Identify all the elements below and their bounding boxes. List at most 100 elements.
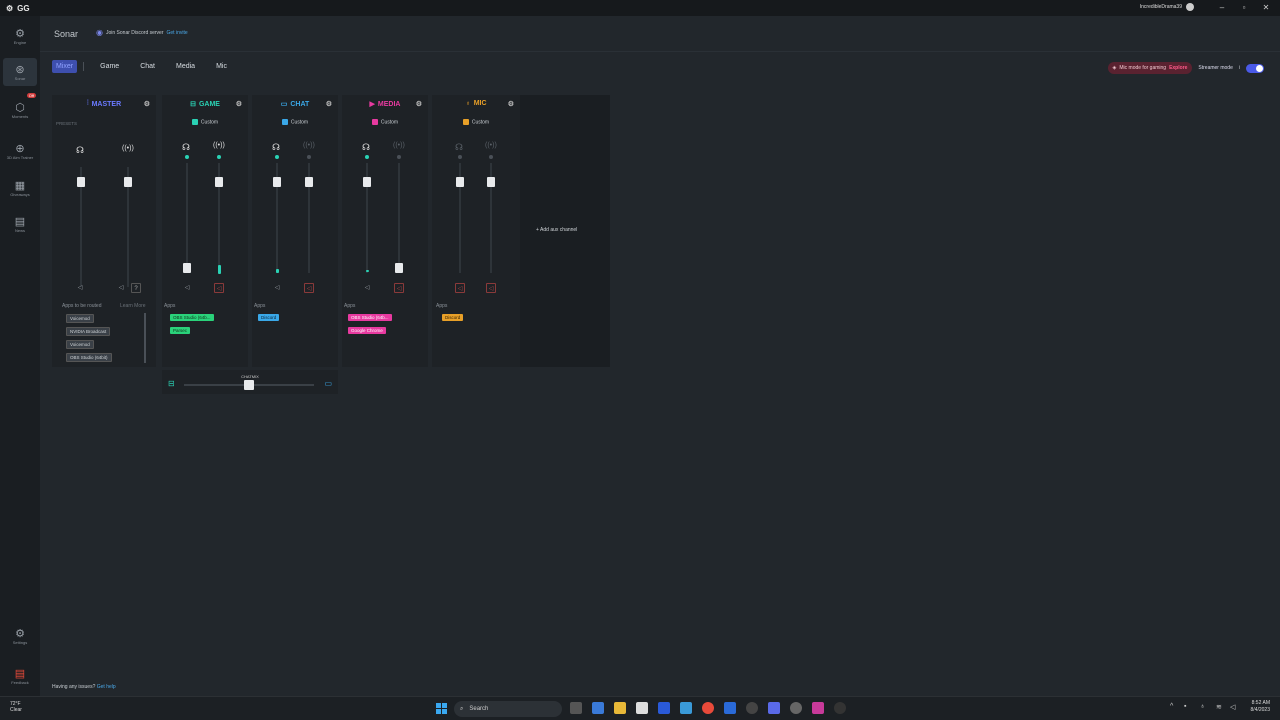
app-icon[interactable] — [812, 702, 824, 714]
app-chip[interactable]: OBS Studio (64bit) — [66, 353, 112, 362]
edge-icon[interactable] — [592, 702, 604, 714]
discord-icon: ◉ — [96, 28, 103, 37]
microphone-icon[interactable]: ♁ — [1200, 703, 1205, 710]
mute-button[interactable]: ◁ — [214, 283, 224, 293]
headphone-icon: ☊ — [76, 145, 84, 155]
media-headphone-fader[interactable] — [363, 176, 371, 187]
mute-button[interactable]: ◁ — [304, 283, 314, 293]
volume-icon[interactable]: ◁ — [1230, 703, 1235, 711]
gear-icon[interactable]: ⚙ — [508, 100, 514, 108]
master-stream-fader[interactable] — [124, 176, 132, 187]
store-icon[interactable] — [636, 702, 648, 714]
game-stream-fader[interactable] — [215, 176, 223, 187]
speaker-icon[interactable]: ◁ — [116, 283, 126, 293]
weather-widget[interactable]: 72°F Clear — [10, 701, 22, 713]
mute-button[interactable]: ◁ — [486, 283, 496, 293]
streamer-mode-toggle[interactable] — [1246, 63, 1264, 73]
game-headphone-fader[interactable] — [183, 263, 191, 273]
app-chip[interactable]: Voicemod — [66, 314, 94, 323]
tab-media[interactable]: Media — [168, 60, 203, 73]
app-chip[interactable]: Voicemod — [66, 340, 94, 349]
gear-icon[interactable]: ⚙ — [236, 100, 242, 108]
steelseries-gg-icon[interactable] — [834, 702, 846, 714]
active-dot — [275, 155, 279, 159]
get-invite-link[interactable]: Get invite — [167, 30, 188, 36]
learn-more-link[interactable]: Learn More — [120, 303, 146, 309]
sidebar-item-giveaways[interactable]: ▦ Giveaways — [3, 174, 37, 202]
mute-button[interactable]: ◁ — [455, 283, 465, 293]
app-chip[interactable]: OBS Studio (64b... — [170, 314, 214, 321]
speaker-icon[interactable]: ◁ — [75, 283, 85, 293]
tab-chat[interactable]: Chat — [132, 60, 163, 73]
tab-game[interactable]: Game — [92, 60, 127, 73]
get-help-link[interactable]: Get help — [97, 684, 116, 690]
app-chip[interactable]: Parsec — [170, 327, 191, 334]
obs-icon[interactable] — [746, 702, 758, 714]
gear-icon[interactable]: ⚙ — [326, 100, 332, 108]
level-meter — [217, 265, 221, 274]
task-view-icon[interactable] — [570, 702, 582, 714]
mute-button[interactable]: ◁ — [394, 283, 404, 293]
discord-icon[interactable] — [768, 702, 780, 714]
chatmix-slider[interactable] — [244, 380, 254, 390]
app-chip[interactable]: OBS Studio (64b... — [348, 314, 392, 321]
sidebar-item-engine[interactable]: ⚙ Engine — [3, 22, 37, 50]
chrome-icon[interactable] — [702, 702, 714, 714]
add-aux-channel-button[interactable]: + Add aux channel — [536, 227, 577, 233]
sidebar-item-aim-trainer[interactable]: ⊕ 3D Aim Trainer — [3, 134, 37, 168]
preset-selector[interactable]: Custom — [432, 119, 520, 125]
mic-mode-banner[interactable]: ◈ Mic mode for gaming Explore — [1107, 62, 1193, 74]
speaker-icon[interactable]: ◁ — [182, 283, 192, 293]
close-button[interactable]: ✕ — [1260, 2, 1272, 14]
speaker-icon[interactable]: ◁ — [272, 283, 282, 293]
scrollbar[interactable] — [144, 313, 146, 363]
mic-headphone-fader[interactable] — [456, 176, 464, 187]
discord-banner[interactable]: ◉ Join Sonar Discord server Get invite — [96, 28, 188, 37]
tab-mic[interactable]: Mic — [208, 60, 235, 73]
sidebar-item-moments[interactable]: Off ⬡ Moments — [3, 93, 37, 124]
app-chip[interactable]: Discord — [442, 314, 464, 321]
chat-stream-fader[interactable] — [305, 176, 313, 187]
speaker-icon[interactable]: ◁ — [362, 283, 372, 293]
sidebar-item-feedback[interactable]: ▤ Feedback — [3, 662, 37, 690]
gear-icon: ⚙ — [15, 27, 25, 40]
gift-icon: ▦ — [14, 179, 26, 192]
preset-selector[interactable]: Custom — [162, 119, 248, 125]
media-stream-fader[interactable] — [395, 263, 403, 273]
minimize-button[interactable]: – — [1216, 2, 1228, 14]
sidebar-item-settings[interactable]: ⚙ Settings — [3, 622, 37, 650]
gear-icon[interactable]: ⚙ — [416, 100, 422, 108]
sidebar-item-news[interactable]: ▤ News — [3, 210, 37, 238]
app-chip[interactable]: Google Chrome — [348, 327, 386, 334]
app-chip[interactable]: NVIDIA Broadcast — [66, 327, 111, 336]
explore-link[interactable]: Explore — [1169, 65, 1187, 71]
status-badge: Off — [26, 93, 36, 98]
mute-button[interactable]: ? — [131, 283, 141, 293]
windows-start-icon[interactable] — [436, 703, 447, 714]
vscode-icon[interactable] — [658, 702, 670, 714]
tab-mixer[interactable]: Mixer — [52, 60, 78, 73]
preset-selector[interactable]: Custom — [252, 119, 338, 125]
preset-selector[interactable]: Custom — [342, 119, 428, 125]
mic-stream-fader[interactable] — [487, 176, 495, 187]
tray-app-icon[interactable]: ▪ — [1184, 703, 1186, 710]
apps-to-be-routed-label: Apps to be routed — [62, 303, 102, 309]
gear-icon[interactable]: ⚙ — [144, 100, 150, 108]
taskbar-search[interactable]: ⌕ Search — [454, 701, 562, 717]
media-icon: ▶ — [369, 101, 375, 108]
master-headphone-fader[interactable] — [77, 176, 85, 187]
wifi-icon[interactable]: ≋ — [1216, 703, 1222, 711]
sidebar-item-sonar[interactable]: ⊛ Sonar — [3, 58, 37, 86]
info-icon[interactable]: i — [1239, 65, 1240, 71]
file-explorer-icon[interactable] — [614, 702, 626, 714]
chat-headphone-fader[interactable] — [273, 176, 281, 187]
stream-icon: ((•)) — [393, 142, 405, 149]
app-chip[interactable]: Discord — [258, 314, 280, 321]
messenger-icon[interactable] — [724, 702, 736, 714]
chevron-up-icon[interactable]: ^ — [1170, 703, 1173, 710]
user-account[interactable]: IncredibleDrama39 — [1140, 3, 1194, 11]
clock[interactable]: 8:52 AM 8/4/2023 — [1251, 700, 1270, 714]
app-icon[interactable] — [790, 702, 802, 714]
maximize-button[interactable]: ▫ — [1238, 2, 1250, 14]
app-icon[interactable] — [680, 702, 692, 714]
